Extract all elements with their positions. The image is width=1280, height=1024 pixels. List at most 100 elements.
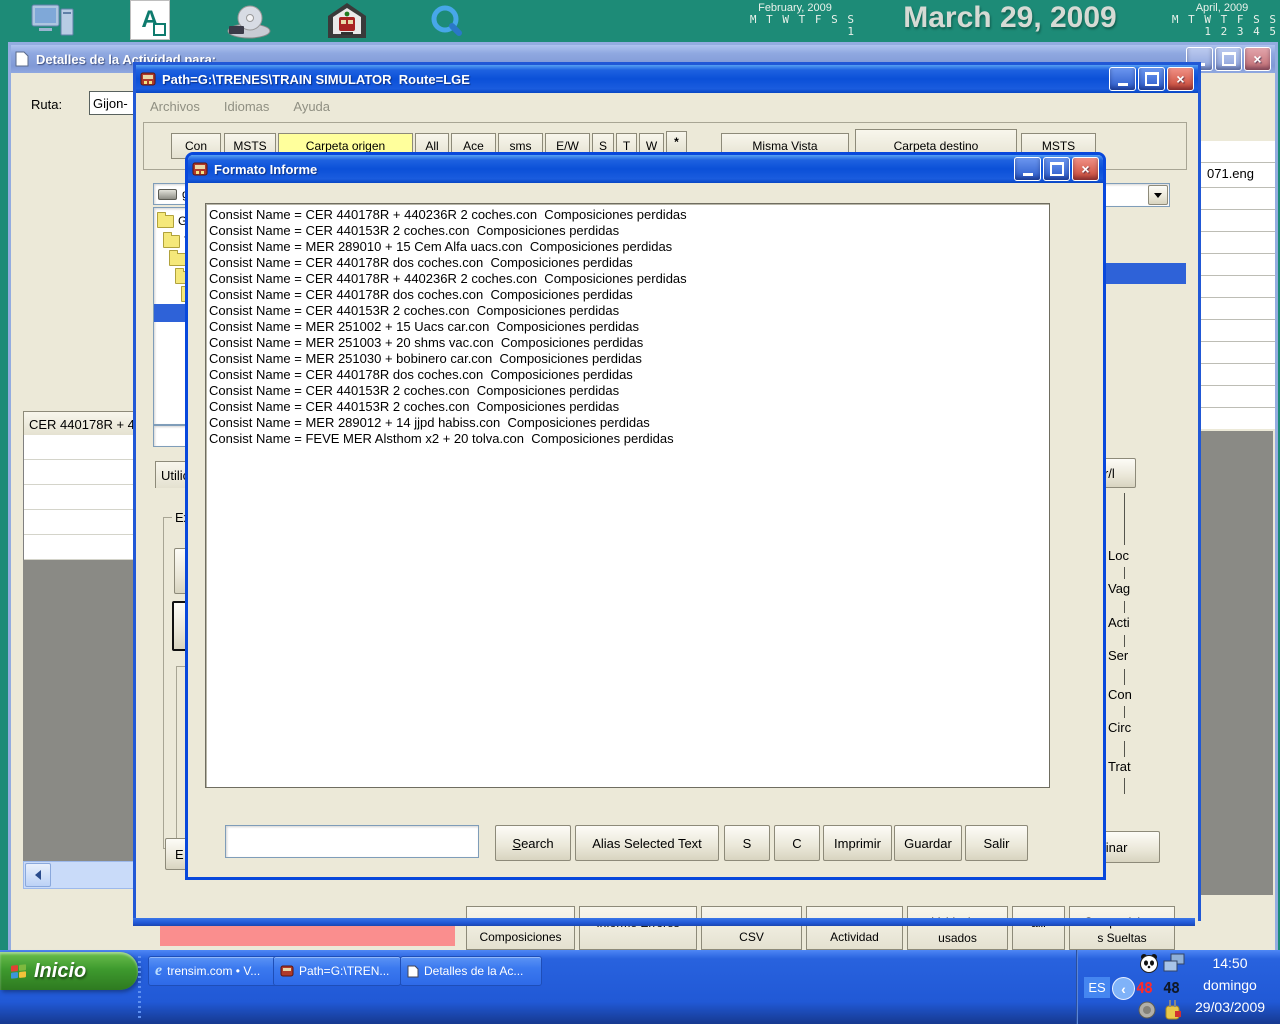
report-line[interactable]: Consist Name = CER 440178R + 440236R 2 c…: [206, 207, 1049, 223]
tab-star[interactable]: *: [666, 131, 687, 153]
start-button[interactable]: Inicio: [0, 952, 138, 990]
taskbar: Inicio e trensim.com • V... Path=G:\TREN…: [0, 950, 1280, 1024]
imprimir-button[interactable]: Imprimir: [823, 825, 892, 861]
search-rest: earch: [521, 836, 554, 851]
autocad-icon[interactable]: A: [130, 0, 170, 40]
train-icon: [280, 964, 294, 978]
quicktime-icon[interactable]: [428, 3, 464, 42]
combo-dropdown-button[interactable]: [1148, 185, 1168, 205]
my-computer-icon[interactable]: [30, 3, 76, 43]
connector-line: [1124, 778, 1125, 794]
train-icon: [140, 71, 156, 87]
clock-time: 14:50: [1188, 955, 1272, 971]
table-row[interactable]: [1199, 141, 1275, 163]
salir-button[interactable]: Salir: [965, 825, 1028, 861]
language-indicator[interactable]: ES: [1084, 977, 1110, 998]
volume-tray-icon[interactable]: [1138, 1001, 1157, 1023]
s-button[interactable]: S: [724, 825, 770, 861]
table-row[interactable]: [1199, 210, 1275, 232]
table-row[interactable]: [1199, 386, 1275, 408]
report-line[interactable]: Consist Name = CER 440178R dos coches.co…: [206, 287, 1049, 303]
path-titlebar: Path=G:\TRENES\TRAIN SIMULATOR Route=LGE…: [136, 65, 1198, 93]
guardar-button[interactable]: Guardar: [894, 825, 962, 861]
close-button[interactable]: ×: [1167, 67, 1194, 91]
maximize-button[interactable]: [1138, 67, 1165, 91]
report-line[interactable]: Consist Name = CER 440153R 2 coches.con …: [206, 303, 1049, 319]
report-listbox[interactable]: Consist Name = CER 440178R + 440236R 2 c…: [205, 203, 1050, 788]
table-row[interactable]: [1199, 232, 1275, 254]
right-empty-area: [1197, 431, 1273, 895]
scroll-left-button[interactable]: [25, 863, 51, 887]
table-row: 071.eng: [1199, 163, 1275, 188]
table-row[interactable]: [1199, 342, 1275, 364]
report-line[interactable]: Consist Name = CER 440153R 2 coches.con …: [206, 383, 1049, 399]
taskbar-task-trensim[interactable]: e trensim.com • V...: [148, 956, 280, 986]
report-line[interactable]: Consist Name = CER 440153R 2 coches.con …: [206, 223, 1049, 239]
panda-tray-icon[interactable]: [1138, 952, 1160, 977]
report-line[interactable]: Consist Name = MER 251002 + 15 Uacs car.…: [206, 319, 1049, 335]
taskbar-divider: [138, 956, 141, 1018]
report-line[interactable]: Consist Name = CER 440178R dos coches.co…: [206, 367, 1049, 383]
taskbar-task-path[interactable]: Path=G:\TREN...: [273, 956, 401, 986]
report-line[interactable]: Consist Name = FEVE MER Alsthom x2 + 20 …: [206, 431, 1049, 447]
file-cell[interactable]: 071.eng: [1207, 166, 1254, 181]
network-tray-icon[interactable]: [1162, 952, 1186, 977]
calendar-feb-week: 1: [736, 26, 854, 38]
report-line[interactable]: Consist Name = MER 289012 + 14 jjpd habi…: [206, 415, 1049, 431]
tree-item[interactable]: G: [154, 212, 187, 230]
connector-line: [1124, 706, 1125, 718]
close-button[interactable]: ×: [1072, 157, 1099, 181]
folder-icon: [157, 215, 174, 228]
report-line[interactable]: Consist Name = CER 440153R 2 coches.con …: [206, 399, 1049, 415]
maximize-button[interactable]: [1215, 47, 1242, 71]
folder-icon: [169, 253, 186, 266]
task-label: Detalles de la Ac...: [424, 964, 523, 978]
menu-ayuda[interactable]: Ayuda: [293, 99, 330, 114]
maximize-button[interactable]: [1043, 157, 1070, 181]
autocad-crosshair: [153, 23, 166, 36]
connector-line: [1124, 635, 1125, 647]
minimize-button[interactable]: [1109, 67, 1136, 91]
temperature-red[interactable]: 48: [1136, 979, 1152, 997]
document-icon: [15, 51, 30, 67]
label-acti: Acti: [1108, 615, 1130, 630]
folder-icon: [163, 235, 180, 248]
hide-icons-chevron[interactable]: ‹: [1112, 977, 1135, 1000]
menu-archivos[interactable]: Archivos: [150, 99, 200, 114]
clock-date: 29/03/2009: [1188, 999, 1272, 1015]
label-loc: Loc: [1108, 548, 1129, 563]
table-row[interactable]: [1199, 364, 1275, 386]
search-button[interactable]: Search: [495, 825, 571, 861]
alias-selected-text-button[interactable]: Alias Selected Text: [575, 825, 719, 861]
start-label: Inicio: [34, 960, 86, 983]
search-input[interactable]: [225, 825, 479, 858]
file-table: 071.eng: [1197, 141, 1275, 429]
table-row[interactable]: [1199, 276, 1275, 298]
report-line[interactable]: Consist Name = CER 440178R + 440236R 2 c…: [206, 271, 1049, 287]
label-trat: Trat: [1108, 759, 1131, 774]
table-row[interactable]: [1199, 320, 1275, 342]
tray-divider: [1076, 950, 1078, 1024]
table-row[interactable]: [1199, 298, 1275, 320]
menu-idiomas[interactable]: Idiomas: [224, 99, 270, 114]
taskbar-task-detalles[interactable]: Detalles de la Ac...: [400, 956, 542, 986]
dvd-drive-icon[interactable]: [224, 3, 272, 42]
report-line[interactable]: Consist Name = MER 251003 + 20 shms vac.…: [206, 335, 1049, 351]
report-line[interactable]: Consist Name = MER 289010 + 15 Cem Alfa …: [206, 239, 1049, 255]
report-line[interactable]: Consist Name = MER 251030 + bobinero car…: [206, 351, 1049, 367]
power-tray-icon[interactable]: [1163, 999, 1183, 1024]
close-button[interactable]: ×: [1244, 47, 1271, 71]
task-label: Path=G:\TREN...: [299, 964, 389, 978]
table-row[interactable]: [1199, 254, 1275, 276]
windows-logo-icon: [10, 963, 27, 979]
wallpaper-date: March 29, 2009: [860, 1, 1160, 35]
table-row[interactable]: [1199, 408, 1275, 429]
temperature-black[interactable]: 48: [1163, 979, 1179, 997]
minimize-button[interactable]: [1014, 157, 1041, 181]
report-line[interactable]: Consist Name = CER 440178R dos coches.co…: [206, 255, 1049, 271]
train-icon: [192, 161, 208, 177]
c-button[interactable]: C: [774, 825, 820, 861]
table-row[interactable]: [1199, 188, 1275, 210]
connector-line: [1124, 601, 1125, 613]
train-home-icon[interactable]: [326, 2, 368, 42]
